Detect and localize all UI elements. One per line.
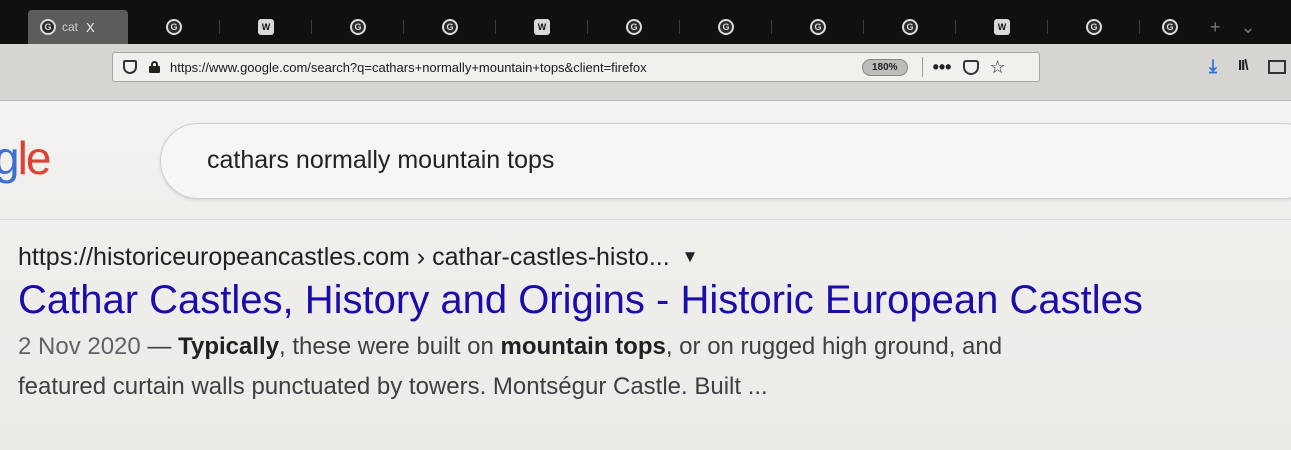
tab[interactable]: G [1048,10,1140,44]
navigation-toolbar: https://www.google.com/search?q=cathars+… [0,44,1291,101]
google-favicon-icon: G [1086,19,1102,35]
tab[interactable]: G [864,10,956,44]
google-favicon-icon: G [718,19,734,35]
downloads-icon[interactable]: ⤓ [1209,56,1217,77]
tab[interactable]: G [312,10,404,44]
tab[interactable]: W [220,10,312,44]
page-content: gle cathars normally mountain tops https… [0,101,1291,450]
search-box[interactable]: cathars normally mountain tops [160,123,1291,199]
bookmark-star-icon[interactable]: ☆ [989,57,1005,78]
tab[interactable]: G [772,10,864,44]
browser-window: G cat X G W G G W G G G G W G G + ⌄ http… [0,0,1291,450]
google-favicon-icon: G [166,19,182,35]
tab[interactable]: G [680,10,772,44]
google-favicon-icon: G [442,19,458,35]
wikipedia-favicon-icon: W [994,19,1010,35]
search-input[interactable]: cathars normally mountain tops [207,146,554,175]
google-favicon-icon: G [40,19,56,35]
pocket-icon[interactable] [963,59,980,75]
tab[interactable]: G [1140,10,1200,44]
google-favicon-icon: G [626,19,642,35]
tracking-protection-shield-icon[interactable] [123,60,137,74]
google-favicon-icon: G [350,19,366,35]
tab-close-icon[interactable]: X [86,20,95,35]
url-bar[interactable]: https://www.google.com/search?q=cathars+… [112,52,1040,82]
result-date: 2 Nov 2020 [18,333,141,360]
new-tab-button[interactable]: + [1200,10,1231,44]
library-icon[interactable]: II\ [1238,57,1248,74]
url-bar-divider [921,57,923,77]
tab[interactable]: W [956,10,1048,44]
tab[interactable]: G [128,10,220,44]
result-snippet: 2 Nov 2020 — Typically, these were built… [18,333,1003,400]
google-favicon-icon: G [1162,19,1178,35]
tab[interactable]: W [496,10,588,44]
search-result: https://historiceuropeancastles.com › ca… [18,243,1291,407]
result-title-link[interactable]: Cathar Castles, History and Origins - Hi… [18,278,1291,323]
tab-strip: G cat X G W G G W G G G G W G G + ⌄ [0,0,1291,44]
result-menu-arrow-icon[interactable]: ▼ [682,247,699,266]
tab-label: cat [62,20,79,34]
tab-list-menu-icon[interactable]: ⌄ [1231,10,1266,44]
tab-active[interactable]: G cat X [28,10,128,44]
zoom-level-badge[interactable]: 180% [862,58,908,76]
google-favicon-icon: G [810,19,826,35]
tab[interactable]: G [588,10,680,44]
url-text[interactable]: https://www.google.com/search?q=cathars+… [170,60,830,75]
result-url[interactable]: https://historiceuropeancastles.com › ca… [18,243,1291,272]
tab[interactable]: G [404,10,496,44]
wikipedia-favicon-icon: W [258,19,274,35]
lock-icon[interactable] [149,61,160,73]
google-logo[interactable]: gle [0,131,51,185]
header-divider [0,219,1291,220]
wikipedia-favicon-icon: W [534,19,550,35]
google-favicon-icon: G [902,19,918,35]
sidebar-icon[interactable] [1268,60,1286,74]
page-actions-menu-icon[interactable]: ••• [933,57,952,78]
